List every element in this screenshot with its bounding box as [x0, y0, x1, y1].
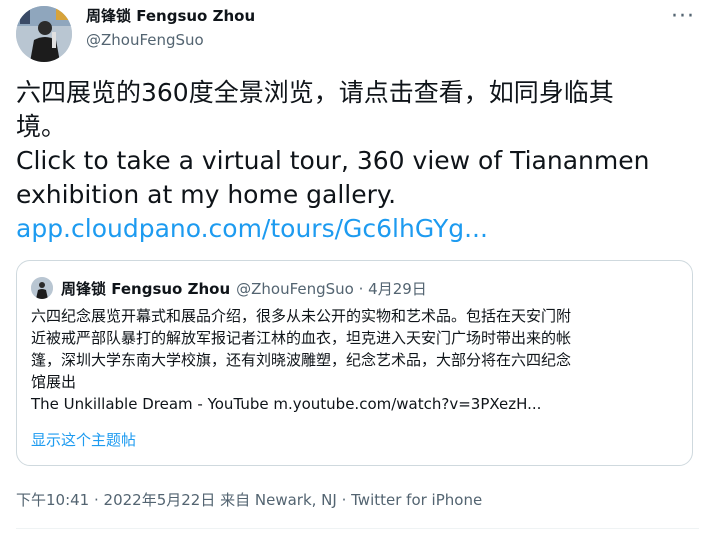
quote-handle: @ZhouFengSuo · 4月29日 [236, 279, 427, 298]
quote-line: The Unkillable Dream - YouTube m.youtube… [31, 395, 542, 413]
tweet-text: 六四展览的360度全景浏览，请点击查看，如同身临其 境。 Click to ta… [16, 76, 696, 246]
divider [16, 528, 699, 529]
quote-avatar [31, 277, 53, 299]
quote-display-name: 周锋锁 Fengsuo Zhou [61, 279, 231, 298]
timestamp[interactable]: 下午10:41 · 2022年5月22日 来自 Newark, NJ · [16, 491, 351, 509]
handle[interactable]: @ZhouFengSuo [86, 30, 255, 50]
display-name[interactable]: 周锋锁 Fengsuo Zhou [86, 6, 255, 26]
show-thread-link[interactable]: 显示这个主题帖 [31, 429, 136, 450]
tweet-line: Click to take a virtual tour, 360 view o… [16, 146, 650, 175]
quote-line: 篷，深圳大学东南大学校旗，还有刘晓波雕塑，纪念艺术品，大部分将在六四纪念 [31, 351, 572, 369]
quote-header: 周锋锁 Fengsuo Zhou @ZhouFengSuo · 4月29日 [31, 277, 427, 299]
tweet-meta: 下午10:41 · 2022年5月22日 来自 Newark, NJ · Twi… [16, 489, 482, 510]
source-link[interactable]: Twitter for iPhone [351, 491, 482, 509]
tweet-line: 境。 [16, 112, 67, 141]
author-block: 周锋锁 Fengsuo Zhou @ZhouFengSuo [86, 6, 255, 50]
quote-tweet-card[interactable]: 周锋锁 Fengsuo Zhou @ZhouFengSuo · 4月29日 六四… [16, 260, 693, 466]
avatar[interactable] [16, 6, 72, 62]
more-icon[interactable]: ··· [671, 4, 695, 29]
quote-body: 六四纪念展览开幕式和展品介绍，很多从未公开的实物和艺术品。包括在天安门附 近被戒… [31, 305, 681, 415]
tour-link[interactable]: app.cloudpano.com/tours/Gc6lhGYg... [16, 212, 696, 246]
quote-line: 近被戒严部队暴打的解放军报记者江林的血衣，坦克进入天安门广场时带出来的帐 [31, 329, 572, 347]
quote-line: 馆展出 [31, 373, 77, 391]
tweet-line: 六四展览的360度全景浏览，请点击查看，如同身临其 [16, 78, 614, 107]
tweet-line: exhibition at my home gallery. [16, 180, 397, 209]
quote-line: 六四纪念展览开幕式和展品介绍，很多从未公开的实物和艺术品。包括在天安门附 [31, 307, 572, 325]
